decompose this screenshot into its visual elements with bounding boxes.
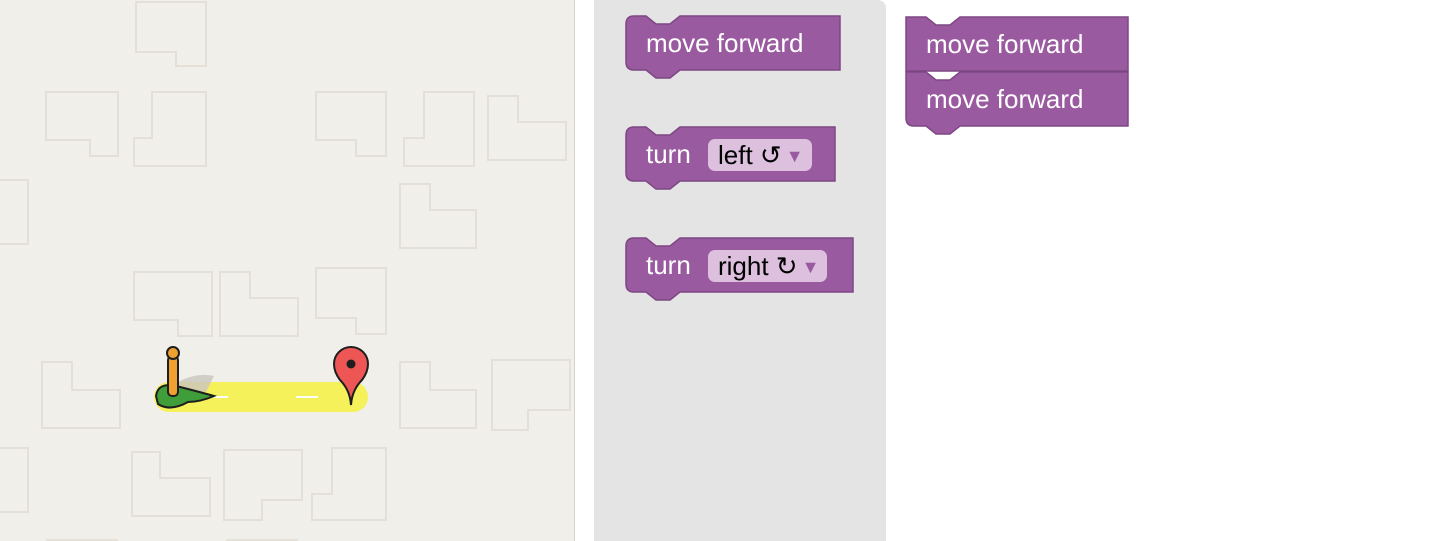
- wall-tile: [311, 447, 387, 521]
- wall-tile: [399, 183, 477, 249]
- wall-tile: [399, 361, 477, 429]
- turn-right-block[interactable]: turn right ↻ ▼: [625, 237, 854, 301]
- wall-tile: [0, 179, 29, 245]
- wall-tile: [41, 361, 121, 429]
- wall-tile: [223, 449, 303, 521]
- pegman-start-icon: [154, 346, 217, 409]
- wall-tile: [491, 359, 571, 431]
- wall-tile: [135, 1, 207, 67]
- workspace-move-forward-block[interactable]: move forward: [905, 71, 1130, 135]
- wall-tile: [487, 95, 567, 161]
- maze-divider: [574, 0, 575, 541]
- toolbox: move forward turn left ↺ ▼ turn right ↻ ▼: [594, 0, 886, 541]
- move-forward-block[interactable]: move forward: [625, 15, 848, 79]
- block-label: turn: [646, 250, 691, 280]
- wall-tile: [315, 267, 387, 335]
- wall-tile: [45, 91, 119, 157]
- block-label: turn: [646, 139, 691, 169]
- direction-dropdown[interactable]: left ↺ ▼: [708, 139, 812, 171]
- block-label: move forward: [926, 84, 1084, 114]
- wall-tile: [133, 271, 213, 337]
- direction-value: right ↻: [718, 251, 798, 281]
- direction-dropdown[interactable]: right ↻ ▼: [708, 250, 828, 282]
- wall-tile: [403, 91, 475, 167]
- wall-tile: [131, 451, 211, 517]
- triangle-down-icon: ▼: [801, 257, 820, 277]
- workspace[interactable]: move forward move forward: [886, 0, 1433, 541]
- direction-value: left ↺: [718, 140, 782, 170]
- turn-left-block[interactable]: turn left ↺ ▼: [625, 126, 836, 190]
- block-label: move forward: [646, 28, 804, 58]
- wall-tile: [133, 91, 207, 167]
- workspace-move-forward-block[interactable]: move forward: [905, 16, 1130, 72]
- wall-tile: [219, 271, 299, 337]
- block-label: move forward: [926, 29, 1084, 59]
- wall-tile: [315, 91, 387, 157]
- maze-tiles: [0, 1, 571, 541]
- maze-area: [0, 0, 575, 541]
- wall-tile: [0, 447, 29, 513]
- wall-decorations: [0, 1, 571, 541]
- triangle-down-icon: ▼: [785, 146, 804, 166]
